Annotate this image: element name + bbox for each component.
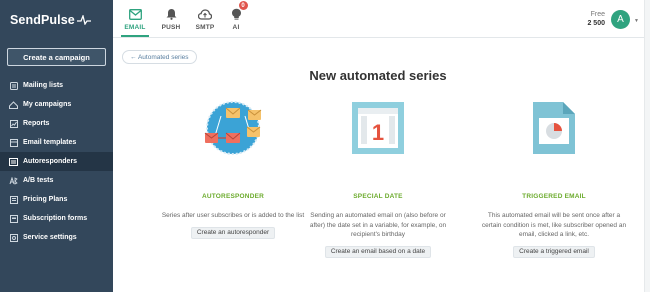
list-icon: [9, 81, 18, 90]
calendar-day: 1: [372, 120, 384, 145]
pricing-icon: [9, 195, 18, 204]
sidebar-item-autoresponders[interactable]: Autoresponders: [0, 152, 113, 171]
sidebar-item-label: Pricing Plans: [23, 196, 68, 203]
settings-icon: [9, 233, 18, 242]
sidebar-item-label: Mailing lists: [23, 82, 64, 89]
page-title: New automated series: [309, 68, 447, 83]
tab-email[interactable]: EMAIL: [121, 4, 149, 37]
card-description: This automated email will be sent once a…: [481, 212, 627, 238]
chart-document-illustration-icon: [474, 96, 634, 160]
card-description: Sending an automated email on (also befo…: [309, 212, 447, 238]
card-description: Series after user subscribes or is added…: [161, 212, 305, 219]
template-icon: [9, 138, 18, 147]
reports-icon: [9, 119, 18, 128]
scrollbar[interactable]: [644, 0, 650, 292]
tab-push[interactable]: PUSH: [157, 4, 185, 37]
logo-text: SendPulse: [10, 13, 75, 27]
back-button[interactable]: ← Automated series: [122, 50, 197, 64]
sidebar-item-pricing-plans[interactable]: Pricing Plans: [0, 190, 113, 209]
autoresponder-illustration-icon: [153, 96, 313, 160]
sidebar-item-label: My campaigns: [23, 101, 72, 108]
chevron-down-icon[interactable]: ▼: [634, 18, 639, 24]
tab-label: PUSH: [161, 24, 181, 31]
main-content: ← Automated series New automated series …: [113, 38, 650, 292]
notification-badge: 0: [238, 1, 248, 10]
plan-info[interactable]: Free 2 500: [587, 10, 605, 28]
tab-label: AI: [232, 24, 240, 31]
sidebar-item-mailing-lists[interactable]: Mailing lists: [0, 76, 113, 95]
tab-smtp[interactable]: SMTP: [191, 4, 219, 37]
card-special-date: 1 SPECIAL DATE Sending an automated emai…: [298, 96, 458, 258]
calendar-illustration-icon: 1: [298, 96, 458, 160]
campaigns-icon: [9, 100, 18, 109]
logo[interactable]: SendPulse: [10, 10, 91, 30]
sidebar-item-label: A/B tests: [23, 177, 54, 184]
sidebar-item-label: Subscription forms: [23, 215, 88, 222]
sidebar-item-email-templates[interactable]: Email templates: [0, 133, 113, 152]
sidebar-nav: Mailing lists My campaigns Reports Email…: [0, 76, 113, 247]
top-bar: EMAIL PUSH SMTP 0 AI Free 2 500 A ▼: [113, 0, 650, 38]
sidebar-item-label: Reports: [23, 120, 50, 127]
push-icon: [166, 4, 177, 20]
create-campaign-button[interactable]: Create a campaign: [7, 48, 106, 66]
sidebar-item-label: Autoresponders: [23, 158, 78, 165]
email-icon: [128, 4, 142, 20]
sidebar-item-reports[interactable]: Reports: [0, 114, 113, 133]
create-date-email-button[interactable]: Create an email based on a date: [324, 245, 432, 258]
card-title: SPECIAL DATE: [353, 193, 403, 200]
sidebar-item-label: Email templates: [23, 139, 77, 146]
sidebar-item-my-campaigns[interactable]: My campaigns: [0, 95, 113, 114]
create-triggered-email-button[interactable]: Create a triggered email: [513, 245, 595, 258]
sidebar-item-ab-tests[interactable]: A/B tests: [0, 171, 113, 190]
autoresponder-icon: [9, 157, 18, 166]
card-title: AUTORESPONDER: [201, 193, 265, 200]
ai-icon: 0: [231, 1, 248, 20]
form-icon: [9, 214, 18, 223]
tab-label: SMTP: [195, 24, 215, 31]
card-autoresponder: AUTORESPONDER Series after user subscrib…: [153, 96, 313, 239]
sidebar-item-label: Service settings: [23, 234, 77, 241]
pulse-icon: [76, 15, 91, 25]
plan-count: 2 500: [587, 20, 605, 27]
tab-label: EMAIL: [124, 24, 146, 31]
avatar[interactable]: A: [611, 10, 630, 29]
ab-test-icon: [9, 176, 18, 185]
sidebar-item-subscription-forms[interactable]: Subscription forms: [0, 209, 113, 228]
plan-name: Free: [590, 11, 605, 18]
cloud-icon: [198, 4, 212, 20]
sidebar-item-service-settings[interactable]: Service settings: [0, 228, 113, 247]
tab-ai[interactable]: 0 AI: [222, 1, 250, 37]
sidebar: SendPulse Create a campaign Mailing list…: [0, 0, 113, 292]
create-autoresponder-button[interactable]: Create an autoresponder: [190, 226, 276, 239]
card-triggered-email: TRIGGERED EMAIL This automated email wil…: [474, 96, 634, 258]
card-title: TRIGGERED EMAIL: [522, 193, 586, 200]
